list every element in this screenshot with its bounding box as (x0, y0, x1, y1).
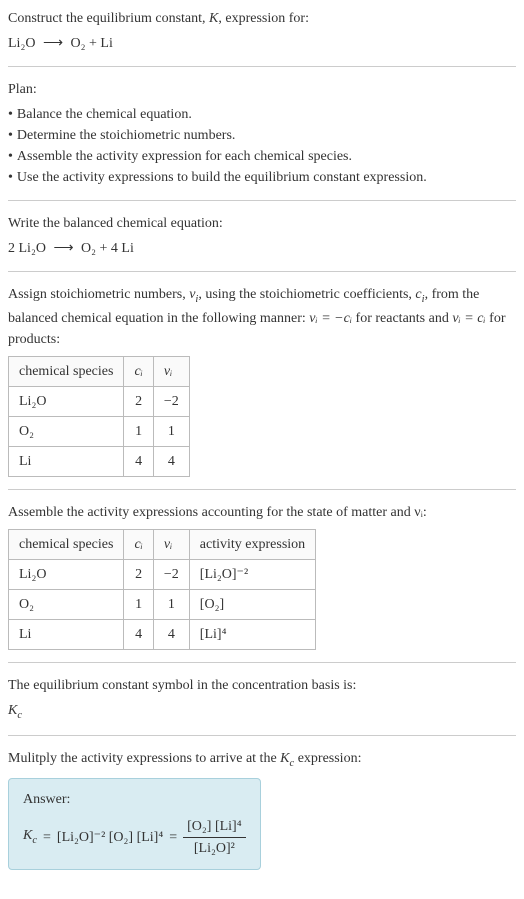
intro-equation: Li₂O ⟶ O₂ + Li (8, 33, 516, 54)
activity-title: Assemble the activity expressions accoun… (8, 502, 516, 523)
intro-line1: Construct the equilibrium constant, (8, 11, 209, 26)
intro-product1: O₂ (71, 36, 86, 51)
plan-item: Assemble the activity expression for eac… (8, 146, 516, 167)
table-row: Li 4 4 (9, 446, 190, 476)
species-cell: Li (9, 619, 124, 649)
arrow-icon: ⟶ (43, 36, 63, 51)
table-header: νᵢ (153, 356, 189, 386)
balanced-product2: Li (121, 241, 133, 256)
table-header: cᵢ (124, 356, 153, 386)
nu-cell: 4 (153, 446, 189, 476)
expr-cell: [O₂] (189, 589, 315, 619)
table-header: cᵢ (124, 529, 153, 559)
fraction-numerator: [O₂] [Li]⁴ (183, 816, 245, 838)
c-cell: 4 (124, 446, 153, 476)
plan-item: Balance the chemical equation. (8, 104, 516, 125)
species-cell: O₂ (9, 589, 124, 619)
expr-cell: [Li]⁴ (189, 619, 315, 649)
plan-item: Use the activity expressions to build th… (8, 167, 516, 188)
intro-reactant: Li₂O (8, 36, 35, 51)
balanced-equation: 2 Li₂O ⟶ O₂ + 4 Li (8, 238, 516, 259)
c-cell: 1 (124, 416, 153, 446)
balanced-coef2: 4 (111, 241, 122, 256)
plan-title: Plan: (8, 79, 516, 100)
activity-section: Assemble the activity expressions accoun… (8, 502, 516, 663)
answer-fraction: [O₂] [Li]⁴ [Li₂O]² (183, 816, 245, 859)
answer-label: Answer: (23, 789, 246, 810)
plan-section: Plan: Balance the chemical equation. Det… (8, 79, 516, 201)
c-cell: 4 (124, 619, 153, 649)
c-cell: 1 (124, 589, 153, 619)
table-row: O₂ 1 1 [O₂] (9, 589, 316, 619)
multiply-title: Mulitply the activity expressions to arr… (8, 748, 516, 772)
balanced-product1: O₂ (81, 241, 96, 256)
species-cell: Li (9, 446, 124, 476)
table-header: chemical species (9, 529, 124, 559)
stoich-section: Assign stoichiometric numbers, νi, using… (8, 284, 516, 490)
table-header-row: chemical species cᵢ νᵢ (9, 356, 190, 386)
table-row: Li 4 4 [Li]⁴ (9, 619, 316, 649)
balanced-plus: + (96, 241, 111, 256)
species-cell: Li₂O (9, 559, 124, 589)
balanced-reactant: Li₂O (19, 241, 46, 256)
intro-section: Construct the equilibrium constant, K, e… (8, 8, 516, 67)
table-row: Li₂O 2 −2 (9, 386, 190, 416)
expr-cell: [Li₂O]⁻² (189, 559, 315, 589)
table-header: activity expression (189, 529, 315, 559)
intro-plus: + (86, 36, 101, 51)
nu-cell: 1 (153, 589, 189, 619)
equals-sign: = (169, 827, 177, 848)
symbol-title: The equilibrium constant symbol in the c… (8, 675, 516, 696)
nu-cell: 4 (153, 619, 189, 649)
intro-product2: Li (100, 36, 112, 51)
table-header: chemical species (9, 356, 124, 386)
symbol-value: Kc (8, 700, 516, 724)
table-header-row: chemical species cᵢ νᵢ activity expressi… (9, 529, 316, 559)
activity-table: chemical species cᵢ νᵢ activity expressi… (8, 529, 316, 650)
intro-K: K (209, 11, 218, 26)
arrow-icon: ⟶ (53, 241, 73, 256)
fraction-denominator: [Li₂O]² (190, 838, 239, 859)
stoich-text: Assign stoichiometric numbers, νi, using… (8, 284, 516, 350)
plan-item: Determine the stoichiometric numbers. (8, 125, 516, 146)
equals-sign: = (43, 827, 51, 848)
answer-equation: Kc = [Li₂O]⁻² [O₂] [Li]⁴ = [O₂] [Li]⁴ [L… (23, 816, 246, 859)
species-cell: O₂ (9, 416, 124, 446)
c-cell: 2 (124, 559, 153, 589)
intro-text: Construct the equilibrium constant, K, e… (8, 8, 516, 29)
table-row: Li₂O 2 −2 [Li₂O]⁻² (9, 559, 316, 589)
plan-list: Balance the chemical equation. Determine… (8, 104, 516, 188)
table-header: νᵢ (153, 529, 189, 559)
balanced-title: Write the balanced chemical equation: (8, 213, 516, 234)
nu-cell: −2 (153, 559, 189, 589)
balanced-coef1: 2 (8, 241, 19, 256)
stoich-table: chemical species cᵢ νᵢ Li₂O 2 −2 O₂ 1 1 … (8, 356, 190, 477)
multiply-section: Mulitply the activity expressions to arr… (8, 748, 516, 870)
nu-cell: −2 (153, 386, 189, 416)
species-cell: Li₂O (9, 386, 124, 416)
answer-term1: [Li₂O]⁻² [O₂] [Li]⁴ (57, 827, 163, 848)
answer-box: Answer: Kc = [Li₂O]⁻² [O₂] [Li]⁴ = [O₂] … (8, 778, 261, 870)
balanced-section: Write the balanced chemical equation: 2 … (8, 213, 516, 272)
nu-cell: 1 (153, 416, 189, 446)
intro-line1b: , expression for: (218, 11, 309, 26)
table-row: O₂ 1 1 (9, 416, 190, 446)
answer-lhs: Kc (23, 825, 37, 849)
c-cell: 2 (124, 386, 153, 416)
symbol-section: The equilibrium constant symbol in the c… (8, 675, 516, 737)
